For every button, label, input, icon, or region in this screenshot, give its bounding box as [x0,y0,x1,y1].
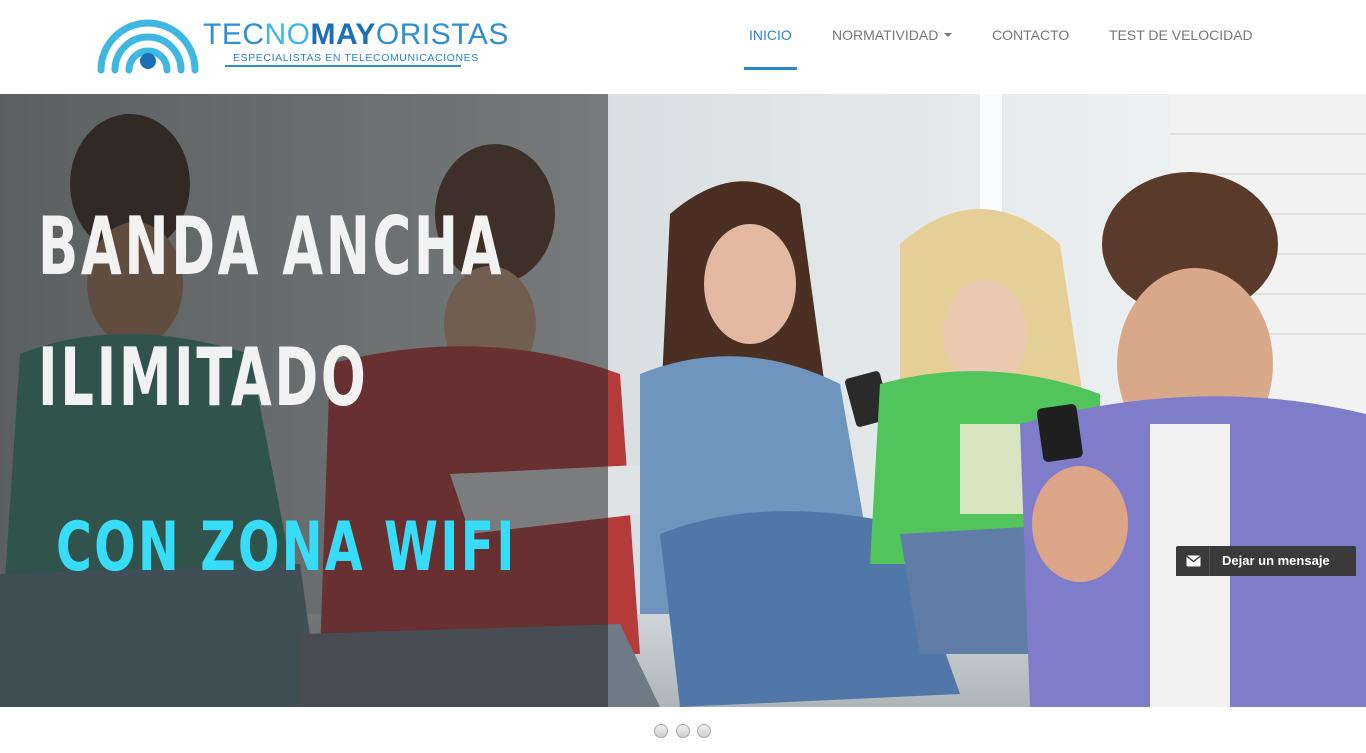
nav-item-label: NORMATIVIDAD [832,27,939,43]
brand-wordmark: TECNOMAYORISTAS [203,18,509,52]
brand-name-part: TEC [203,18,265,51]
brand-logo[interactable]: TECNOMAYORISTAS ESPECIALISTAS EN TELECOM… [95,12,508,76]
leave-message-button[interactable]: Dejar un mensaje [1176,546,1356,576]
carousel-dot-1[interactable] [654,724,668,738]
nav-item-inicio[interactable]: INICIO [749,27,792,43]
carousel-dot-2[interactable] [676,724,690,738]
hero-headline-line2: ILIMITADO [38,331,369,424]
nav-item-test-de-velocidad[interactable]: TEST DE VELOCIDAD [1109,27,1253,43]
hero-carousel: BANDA ANCHA ILIMITADO CON ZONA WIFI Deja… [0,94,1366,707]
brand-name-part: ORISTAS [375,18,509,51]
brand-name-part: NO [264,18,311,51]
hero-subheadline: CON ZONA WIFI [56,508,517,587]
brand-name-part: MAY [310,18,376,51]
brand-tagline: ESPECIALISTAS EN TELECOMUNICACIONES [233,52,479,64]
nav-item-normatividad[interactable]: NORMATIVIDAD [832,27,953,43]
nav-item-contacto[interactable]: CONTACTO [992,27,1069,43]
envelope-icon [1176,546,1210,576]
brand-underline [225,65,461,67]
leave-message-label: Dejar un mensaje [1222,553,1330,568]
carousel-indicators [654,724,714,740]
caret-down-icon [944,33,953,38]
hero-headline-line1: BANDA ANCHA [38,200,505,293]
wifi-logo-icon [97,19,199,74]
site-header: TECNOMAYORISTAS ESPECIALISTAS EN TELECOM… [0,0,1366,94]
carousel-dot-3[interactable] [697,724,711,738]
nav-active-indicator [744,67,797,70]
